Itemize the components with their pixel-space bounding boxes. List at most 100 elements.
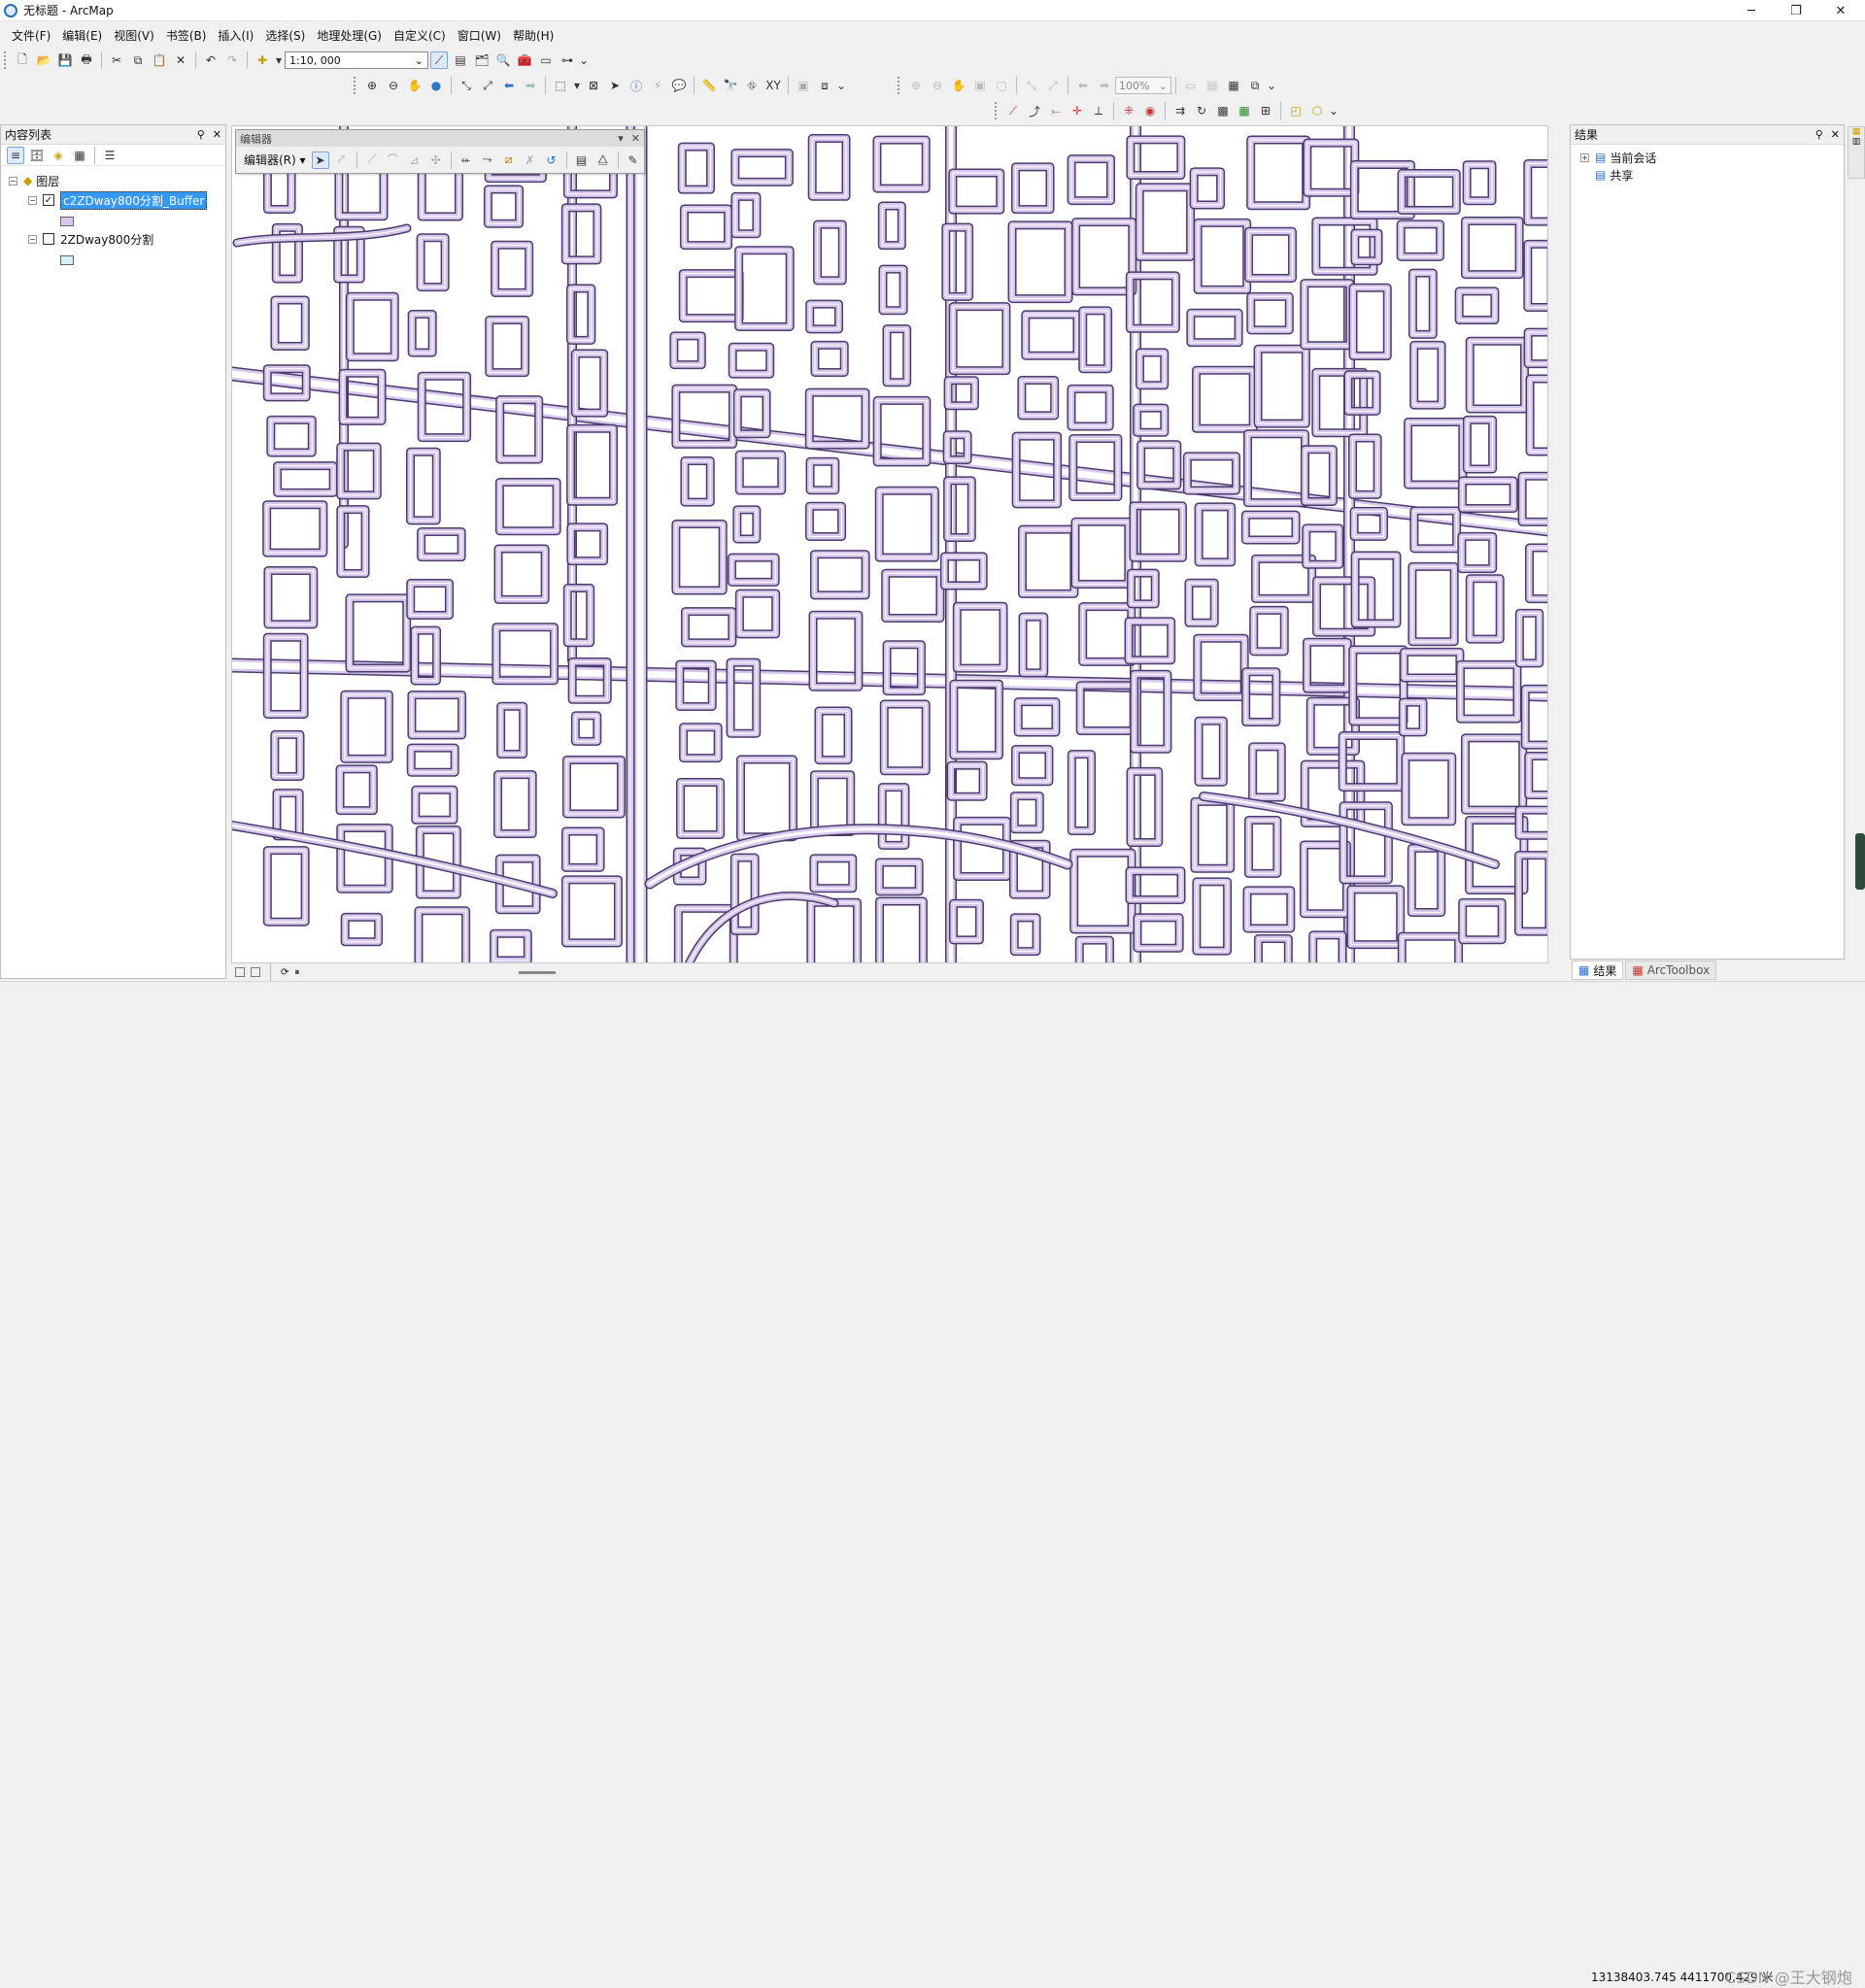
close-icon[interactable]: ✕ bbox=[631, 132, 640, 145]
forward-extent-icon[interactable]: ➡ bbox=[522, 77, 539, 94]
rotate-icon[interactable]: ↻ bbox=[1193, 102, 1210, 119]
add-data-icon[interactable]: ✚ bbox=[254, 51, 271, 69]
new-document-icon[interactable]: 🗋 bbox=[14, 51, 31, 69]
tab-arctoolbox[interactable]: ▦ ArcToolbox bbox=[1625, 960, 1717, 980]
layer-visibility-checkbox[interactable]: ✓ bbox=[43, 194, 54, 206]
snapping-icon[interactable]: ⁜ bbox=[1120, 102, 1137, 119]
layout-zoom-in-icon[interactable]: ⊕ bbox=[907, 77, 925, 94]
menu-insert[interactable]: 插入(I) bbox=[212, 25, 259, 46]
html-popup-icon[interactable]: 💬 bbox=[670, 77, 688, 94]
cut-icon[interactable]: ✂ bbox=[108, 51, 125, 69]
collapsed-side-panel[interactable]: ▦ ▥ bbox=[1848, 126, 1865, 179]
menu-geoprocessing[interactable]: 地理处理(G) bbox=[311, 25, 388, 46]
menu-view[interactable]: 视图(V) bbox=[108, 25, 160, 46]
arctoolbox-icon[interactable]: 🧰 bbox=[516, 51, 533, 69]
find-binoculars-icon[interactable]: 🔭 bbox=[722, 77, 739, 94]
menu-windows[interactable]: 窗口(W) bbox=[452, 25, 507, 46]
layout-zoom-combobox[interactable]: 100% ⌄ bbox=[1115, 77, 1171, 94]
layer-row-buffer[interactable]: − ✓ c2ZDway800分割_Buffer bbox=[28, 190, 208, 210]
go-to-xy-icon[interactable]: XY bbox=[764, 77, 782, 94]
menu-selection[interactable]: 选择(S) bbox=[259, 25, 311, 46]
menu-edit[interactable]: 编辑(E) bbox=[56, 25, 108, 46]
collapse-icon[interactable]: − bbox=[28, 234, 37, 244]
rotate-tool-icon[interactable]: ↺ bbox=[543, 152, 560, 169]
layer-tool-icon[interactable]: ◰ bbox=[1287, 102, 1305, 119]
toolbar-options-icon[interactable]: ⌄ bbox=[579, 51, 589, 69]
python-window-icon[interactable]: ▭ bbox=[537, 51, 555, 69]
toc-window-icon[interactable]: ▤ bbox=[452, 51, 469, 69]
chevron-down-icon[interactable]: ▾ bbox=[573, 77, 581, 94]
edit-tool-icon[interactable]: ⟋ bbox=[1004, 102, 1022, 119]
layer-name[interactable]: 2ZDway800分割 bbox=[60, 231, 153, 248]
delete-icon[interactable]: ✕ bbox=[172, 51, 189, 69]
chevron-down-icon[interactable]: ▾ bbox=[275, 51, 283, 69]
refresh-icon[interactable]: ⟳ bbox=[281, 967, 288, 978]
grid-tool-icon[interactable]: ▩ bbox=[1214, 102, 1232, 119]
measure-icon[interactable]: 📏 bbox=[700, 77, 718, 94]
print-icon[interactable]: 🖶 bbox=[78, 51, 95, 69]
split-icon[interactable]: ⤚ bbox=[1047, 102, 1065, 119]
menu-help[interactable]: 帮助(H) bbox=[507, 25, 560, 46]
layer-visibility-checkbox[interactable] bbox=[43, 233, 54, 245]
toolbar-grip[interactable] bbox=[354, 77, 357, 94]
toc-options-icon[interactable]: ☰ bbox=[101, 147, 119, 164]
data-view-icon[interactable] bbox=[235, 967, 245, 977]
catalog-window-icon[interactable]: 🗂 bbox=[473, 51, 491, 69]
horizontal-scrollbar-thumb[interactable] bbox=[519, 970, 557, 974]
layout-zoom-out-icon[interactable]: ⊖ bbox=[929, 77, 946, 94]
network-icon[interactable]: ⊞ bbox=[1257, 102, 1274, 119]
data-driven-pages-icon[interactable]: ⧉ bbox=[1246, 77, 1264, 94]
menu-customize[interactable]: 自定义(C) bbox=[388, 25, 452, 46]
copy-icon[interactable]: ⧉ bbox=[129, 51, 147, 69]
tab-results[interactable]: ▦ 结果 bbox=[1572, 960, 1624, 980]
point-tool-icon[interactable]: ✣ bbox=[427, 152, 445, 169]
globe-icon[interactable]: ◉ bbox=[1141, 102, 1159, 119]
fixed-zoom-out-icon[interactable]: ⤢ bbox=[479, 77, 496, 94]
select-elements-arrow-icon[interactable]: ➤ bbox=[606, 77, 624, 94]
vertex-icon[interactable]: ✛ bbox=[1068, 102, 1086, 119]
editor-menu-dropdown[interactable]: 编辑器(R) ▾ bbox=[240, 152, 310, 168]
hyperlink-icon[interactable]: ⚡ bbox=[649, 77, 666, 94]
fixed-zoom-in-layout-icon[interactable]: ⤡ bbox=[1023, 77, 1040, 94]
layers-group[interactable]: − ◆ 图层 bbox=[9, 172, 59, 189]
pin-icon[interactable]: ⚲ bbox=[197, 128, 205, 141]
maximize-button[interactable]: ❐ bbox=[1774, 0, 1818, 21]
toolbar-grip[interactable] bbox=[995, 102, 999, 119]
chevron-down-icon[interactable]: ▾ bbox=[618, 132, 624, 145]
layout-view-icon[interactable] bbox=[251, 967, 260, 977]
redo-icon[interactable]: ↷ bbox=[223, 51, 241, 69]
zoom-in-icon[interactable]: ⊕ bbox=[363, 77, 381, 94]
editor-toolbar-titlebar[interactable]: 编辑器 ▾ ✕ bbox=[236, 130, 644, 147]
time-slider-icon[interactable]: ▣ bbox=[795, 77, 812, 94]
pin-icon[interactable]: ⚲ bbox=[1815, 128, 1823, 141]
sketch-properties-icon[interactable]: ⧋ bbox=[594, 152, 612, 169]
create-features-icon[interactable]: ✎ bbox=[625, 152, 642, 169]
edit-annotation-icon[interactable]: ⤤ bbox=[333, 152, 351, 169]
paste-icon[interactable]: 📋 bbox=[151, 51, 168, 69]
attributes-icon[interactable]: ▤ bbox=[573, 152, 591, 169]
close-icon[interactable]: ✕ bbox=[213, 128, 221, 141]
results-item-current-session[interactable]: + ▤ 当前会话 bbox=[1580, 149, 1656, 166]
change-layout-icon[interactable]: ▦ bbox=[1225, 77, 1242, 94]
expand-icon[interactable]: + bbox=[1580, 152, 1589, 162]
cut-polygons-icon[interactable]: ⧄ bbox=[500, 152, 518, 169]
fixed-zoom-in-icon[interactable]: ⤡ bbox=[458, 77, 475, 94]
zoom-100-icon[interactable]: ▢ bbox=[993, 77, 1010, 94]
trim-icon[interactable]: ⟂ bbox=[1090, 102, 1107, 119]
road-buffer-map[interactable] bbox=[232, 126, 1548, 963]
toolbar-options-icon[interactable]: ⌄ bbox=[1267, 77, 1276, 94]
construction-tools-icon[interactable]: ⊿ bbox=[406, 152, 424, 169]
toolbar-options-icon[interactable]: ⌄ bbox=[1329, 102, 1339, 119]
zoom-whole-page-icon[interactable]: ▣ bbox=[971, 77, 989, 94]
save-icon[interactable]: 💾 bbox=[56, 51, 74, 69]
results-item-shared[interactable]: ▤ 共享 bbox=[1595, 166, 1633, 184]
layer-row-split[interactable]: − 2ZDway800分割 bbox=[28, 230, 153, 248]
close-button[interactable]: ✕ bbox=[1818, 0, 1863, 21]
collapse-icon[interactable]: − bbox=[28, 195, 37, 205]
full-extent-globe-icon[interactable]: ● bbox=[427, 77, 445, 94]
minimize-button[interactable]: ─ bbox=[1729, 0, 1774, 21]
focus-data-frame-icon[interactable]: ▤ bbox=[1204, 77, 1221, 94]
search-window-icon[interactable]: 🔍 bbox=[494, 51, 512, 69]
side-tab-label-icon[interactable]: ▥ bbox=[1852, 137, 1861, 147]
endpoint-arc-icon[interactable]: ⌒ bbox=[385, 152, 402, 169]
